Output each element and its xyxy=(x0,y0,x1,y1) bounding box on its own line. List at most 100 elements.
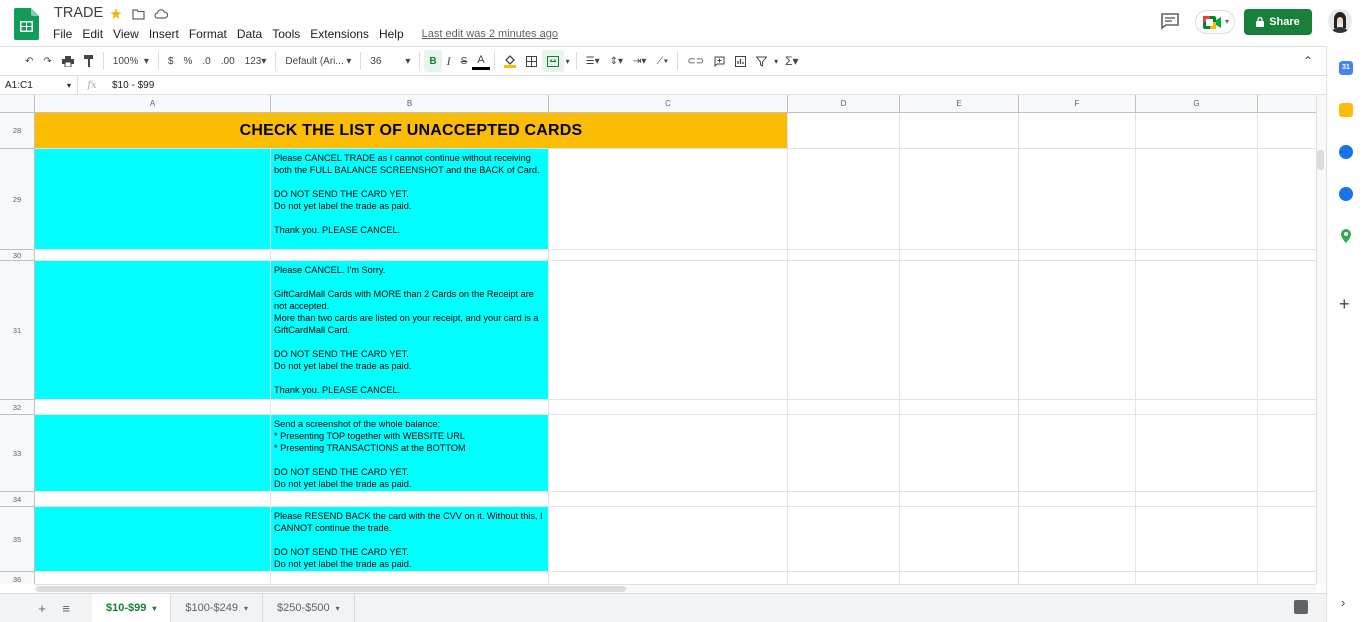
row-header-34[interactable]: 34 xyxy=(0,492,35,507)
row-header-29[interactable]: 29 xyxy=(0,149,35,250)
paint-format-icon[interactable] xyxy=(79,50,99,72)
chevron-down-icon[interactable]: ▾ xyxy=(564,50,572,72)
grid-cell[interactable] xyxy=(900,507,1019,572)
grid-cell[interactable] xyxy=(1136,113,1258,149)
grid-cell[interactable] xyxy=(788,261,900,400)
more-formats-button[interactable]: 123 ▾ xyxy=(240,50,272,72)
cell-b29[interactable]: Please CANCEL TRADE as I cannot continue… xyxy=(271,149,549,250)
grid-cell[interactable] xyxy=(1258,400,1316,415)
grid-cell[interactable] xyxy=(1136,149,1258,250)
all-sheets-icon[interactable]: ≡ xyxy=(54,601,78,616)
grid-cell[interactable] xyxy=(1136,415,1258,492)
chevron-down-icon[interactable]: ▾ xyxy=(772,50,780,72)
grid-cell[interactable] xyxy=(900,572,1019,584)
sheet-tab-250-500[interactable]: $250-$500 ▾ xyxy=(263,593,355,622)
grid-cell[interactable] xyxy=(1136,400,1258,415)
move-folder-icon[interactable] xyxy=(130,6,146,22)
vertical-scroll-thumb[interactable] xyxy=(1317,150,1324,170)
grid-cell[interactable] xyxy=(549,261,788,400)
star-icon[interactable]: ★ xyxy=(108,6,124,23)
borders-icon[interactable] xyxy=(521,50,542,72)
grid-cell[interactable] xyxy=(1258,492,1316,507)
grid-cell[interactable] xyxy=(900,250,1019,261)
filter-icon[interactable] xyxy=(751,50,772,72)
column-header-b[interactable]: B xyxy=(271,95,549,113)
horizontal-scroll-thumb[interactable] xyxy=(36,586,626,592)
grid-cell[interactable] xyxy=(549,250,788,261)
fill-color-icon[interactable] xyxy=(499,50,521,72)
column-header-f[interactable]: F xyxy=(1019,95,1136,113)
grid-cell[interactable] xyxy=(900,149,1019,250)
grid-cell[interactable] xyxy=(549,572,788,584)
grid-cell[interactable] xyxy=(788,400,900,415)
row-header-31[interactable]: 31 xyxy=(0,261,35,400)
text-color-button[interactable]: A xyxy=(472,52,490,70)
column-header-h[interactable] xyxy=(1258,95,1316,113)
insert-chart-icon[interactable] xyxy=(730,50,751,72)
insert-comment-icon[interactable] xyxy=(709,50,730,72)
grid-cell[interactable] xyxy=(788,507,900,572)
undo-icon[interactable]: ↶ xyxy=(20,50,38,72)
cloud-status-icon[interactable] xyxy=(153,6,169,22)
grid-cell[interactable] xyxy=(549,415,788,492)
column-header-g[interactable]: G xyxy=(1136,95,1258,113)
add-sheet-icon[interactable]: + xyxy=(30,601,54,616)
grid-cell[interactable] xyxy=(35,250,271,261)
menu-insert[interactable]: Insert xyxy=(144,26,184,42)
vertical-align-icon[interactable]: ⇕▾ xyxy=(605,50,628,72)
font-family-select[interactable]: Default (Ari... ▾ xyxy=(280,50,356,72)
grid-cell[interactable] xyxy=(549,507,788,572)
column-header-a[interactable]: A xyxy=(35,95,271,113)
functions-icon[interactable]: Σ▾ xyxy=(780,50,803,72)
grid-cell[interactable] xyxy=(1019,113,1136,149)
menu-file[interactable]: File xyxy=(48,26,77,42)
grid-cell[interactable] xyxy=(1258,507,1316,572)
menu-edit[interactable]: Edit xyxy=(77,26,108,42)
redo-icon[interactable]: ↷ xyxy=(38,50,56,72)
sheet-tab-100-249[interactable]: $100-$249 ▾ xyxy=(171,593,264,622)
collapse-toolbar-icon[interactable]: ⌃ xyxy=(1298,50,1318,72)
column-header-c[interactable]: C xyxy=(549,95,788,113)
name-box[interactable]: A1:C1 ▾ xyxy=(0,75,78,95)
grid-cell[interactable] xyxy=(1258,572,1316,584)
calendar-icon[interactable]: 31 xyxy=(1339,61,1353,75)
grid-cell[interactable] xyxy=(788,250,900,261)
grid-cell[interactable] xyxy=(1019,492,1136,507)
insert-link-icon[interactable]: ⊂⊃ xyxy=(682,50,709,72)
bold-button[interactable]: B xyxy=(424,50,442,72)
grid-cell[interactable] xyxy=(271,492,549,507)
chevron-right-icon[interactable]: › xyxy=(1341,595,1345,610)
grid-cell[interactable] xyxy=(1019,572,1136,584)
explore-icon[interactable] xyxy=(1294,600,1308,614)
cell-b35[interactable]: Please RESEND BACK the card with the CVV… xyxy=(271,507,549,572)
grid-cell[interactable] xyxy=(900,113,1019,149)
maps-icon[interactable] xyxy=(1340,229,1352,243)
grid-cell[interactable] xyxy=(1136,492,1258,507)
row-header-33[interactable]: 33 xyxy=(0,415,35,492)
row-header-30[interactable]: 30 xyxy=(0,250,35,261)
grid-cell[interactable] xyxy=(788,113,900,149)
grid-cell[interactable] xyxy=(788,572,900,584)
cell-a31[interactable] xyxy=(35,261,271,400)
merge-cells-icon[interactable] xyxy=(541,50,564,72)
cell-a29[interactable] xyxy=(35,149,271,250)
contacts-icon[interactable] xyxy=(1339,187,1353,201)
grid-cell[interactable] xyxy=(1019,507,1136,572)
column-header-e[interactable]: E xyxy=(900,95,1019,113)
decrease-decimal-button[interactable]: .0 xyxy=(197,50,215,72)
last-edit-link[interactable]: Last edit was 2 minutes ago xyxy=(417,26,563,42)
row-header-32[interactable]: 32 xyxy=(0,400,35,415)
grid-cell[interactable] xyxy=(549,149,788,250)
menu-help[interactable]: Help xyxy=(374,26,409,42)
grid-cell[interactable] xyxy=(900,492,1019,507)
sheets-logo-icon[interactable] xyxy=(14,8,39,40)
text-rotation-icon[interactable]: ⟋▾ xyxy=(651,50,673,72)
grid-cell[interactable] xyxy=(1136,250,1258,261)
grid-cell[interactable] xyxy=(1136,261,1258,400)
comment-history-icon[interactable] xyxy=(1160,12,1180,30)
grid-cell[interactable] xyxy=(900,261,1019,400)
grid-cell[interactable] xyxy=(788,415,900,492)
print-icon[interactable] xyxy=(57,50,79,72)
italic-button[interactable]: I xyxy=(442,50,456,72)
tasks-icon[interactable] xyxy=(1339,145,1353,159)
